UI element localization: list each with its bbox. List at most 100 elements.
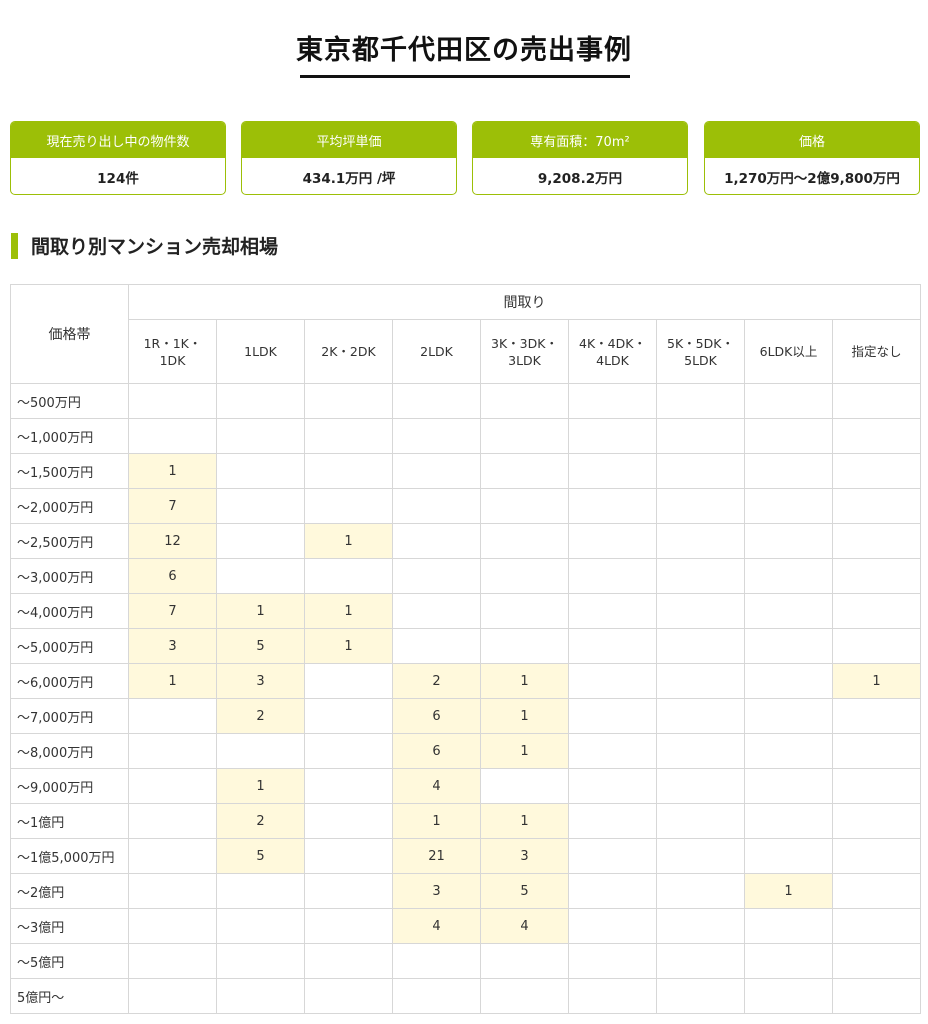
table-cell xyxy=(656,803,745,839)
row-label: 〜5,000万円 xyxy=(10,628,129,664)
price-band-header: 価格帯 xyxy=(10,284,129,384)
table-cell xyxy=(744,733,833,769)
table-cell: 1 xyxy=(480,733,569,769)
table-cell xyxy=(831,943,922,979)
stat-value: 9,208.2万円 xyxy=(537,170,623,187)
table-cell xyxy=(392,978,481,1014)
table-cell xyxy=(568,978,657,1014)
table-cell xyxy=(392,593,481,629)
table-row: 〜3,000万円 6 xyxy=(10,558,922,594)
table-cell: 5 xyxy=(216,838,305,874)
table-cell: 6 xyxy=(392,698,481,734)
table-cell: 1 xyxy=(831,663,922,699)
row-label: 5億円〜 xyxy=(10,978,129,1014)
row-label: 〜5億円 xyxy=(10,943,129,979)
table-cell xyxy=(128,838,217,874)
row-label: 〜4,000万円 xyxy=(10,593,129,629)
table-cell: 5 xyxy=(480,873,569,909)
table-cell xyxy=(656,488,745,524)
table-cell xyxy=(392,383,481,419)
table-row: 〜3億円 4 4 xyxy=(10,908,922,944)
table-cell xyxy=(744,663,833,699)
table-cell xyxy=(831,628,922,664)
table-cell: 1 xyxy=(304,593,393,629)
table-cell xyxy=(568,593,657,629)
table-cell xyxy=(128,978,217,1014)
table-cell xyxy=(480,768,569,804)
section-title: 間取り別マンション売却相場 xyxy=(31,236,279,258)
table-cell: 3 xyxy=(480,838,569,874)
table-cell: 2 xyxy=(216,698,305,734)
table-cell: 1 xyxy=(216,768,305,804)
column-header: 4K・4DK・4LDK xyxy=(568,319,657,384)
table-cell xyxy=(744,838,833,874)
table-cell: 3 xyxy=(128,628,217,664)
table-cell xyxy=(216,418,305,454)
table-cell xyxy=(656,838,745,874)
table-cell xyxy=(831,453,922,489)
table-cell xyxy=(831,418,922,454)
column-header: 6LDK以上 xyxy=(744,319,833,384)
stat-label: 現在売り出し中の物件数 xyxy=(11,122,225,158)
table-cell: 12 xyxy=(128,523,217,559)
table-cell xyxy=(744,558,833,594)
table-cell xyxy=(304,908,393,944)
table-cell: 1 xyxy=(480,803,569,839)
price-floorplan-table: 価格帯 間取り 1R・1K・1DK 1LDK 2K・2DK 2LDK 3K・3DK・3L… xyxy=(10,284,922,1014)
table-cell xyxy=(128,873,217,909)
table-cell xyxy=(568,873,657,909)
table-row: 〜4,000万円 7 1 1 xyxy=(10,593,922,629)
table-cell: 1 xyxy=(216,593,305,629)
table-cell: 7 xyxy=(128,593,217,629)
table-cell xyxy=(568,418,657,454)
table-cell xyxy=(568,663,657,699)
table-cell xyxy=(744,453,833,489)
table-cell: 1 xyxy=(392,803,481,839)
table-cell xyxy=(568,908,657,944)
table-cell xyxy=(216,908,305,944)
table-row: 〜1,500万円 1 xyxy=(10,453,922,489)
table-cell xyxy=(744,628,833,664)
table-cell: 5 xyxy=(216,628,305,664)
row-label: 〜6,000万円 xyxy=(10,663,129,699)
row-label: 〜1億5,000万円 xyxy=(10,838,129,874)
table-cell xyxy=(392,453,481,489)
table-cell xyxy=(568,943,657,979)
row-label: 〜2,000万円 xyxy=(10,488,129,524)
row-label: 〜1,500万円 xyxy=(10,453,129,489)
column-header: 2LDK xyxy=(392,319,481,384)
table-cell xyxy=(128,803,217,839)
table-cell: 1 xyxy=(744,873,833,909)
table-cell xyxy=(568,558,657,594)
table-cell xyxy=(568,453,657,489)
table-cell xyxy=(656,418,745,454)
table-cell xyxy=(128,943,217,979)
table-cell xyxy=(656,558,745,594)
table-row: 〜1,000万円 xyxy=(10,418,922,454)
table-cell xyxy=(831,593,922,629)
table-cell: 2 xyxy=(216,803,305,839)
table-cell: 6 xyxy=(392,733,481,769)
table-cell xyxy=(744,908,833,944)
stat-value: 124件 xyxy=(97,170,139,187)
table-cell xyxy=(128,733,217,769)
row-label: 〜1億円 xyxy=(10,803,129,839)
table-cell xyxy=(304,943,393,979)
row-label: 〜2,500万円 xyxy=(10,523,129,559)
table-cell xyxy=(128,383,217,419)
table-cell xyxy=(304,698,393,734)
stat-listing-count: 現在売り出し中の物件数 124件 xyxy=(10,121,226,195)
table-cell xyxy=(392,628,481,664)
table-row: 〜8,000万円 6 1 xyxy=(10,733,922,769)
table-cell xyxy=(480,558,569,594)
table-cell xyxy=(216,453,305,489)
stat-value: 434.1万円 /坪 xyxy=(302,170,396,187)
table-cell xyxy=(480,383,569,419)
table-cell: 7 xyxy=(128,488,217,524)
table-cell xyxy=(128,418,217,454)
row-label: 〜500万円 xyxy=(10,383,129,419)
table-cell xyxy=(304,383,393,419)
table-cell xyxy=(744,593,833,629)
stat-label: 価格 xyxy=(705,122,919,158)
table-cell xyxy=(744,523,833,559)
